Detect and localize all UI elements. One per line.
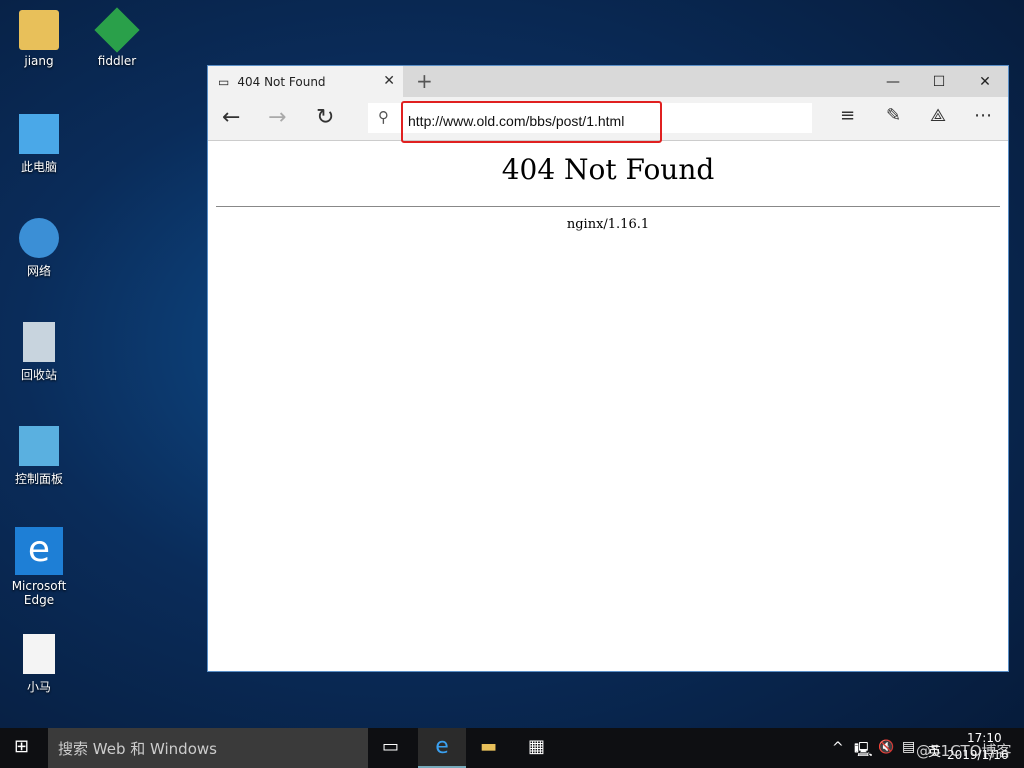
- share-button[interactable]: ⟁: [930, 105, 946, 126]
- icon-label: fiddler: [97, 54, 137, 68]
- minimize-button[interactable]: —: [870, 66, 916, 97]
- show-hidden-icons[interactable]: ^: [832, 740, 844, 756]
- desktop-icon-edge[interactable]: e Microsoft Edge: [0, 527, 78, 607]
- desktop-icon-recycle-bin[interactable]: 回收站: [0, 322, 78, 383]
- fiddler-icon: [94, 7, 140, 53]
- page-content: 404 Not Found nginx/1.16.1: [208, 153, 1008, 232]
- server-version: nginx/1.16.1: [566, 217, 650, 232]
- close-window-button[interactable]: ✕: [962, 66, 1008, 97]
- hub-button[interactable]: ≡: [840, 105, 855, 126]
- edge-icon: e: [15, 527, 63, 575]
- forward-button[interactable]: →: [268, 105, 286, 130]
- tab-404[interactable]: ▭ 404 Not Found ✕: [208, 66, 403, 97]
- notifications-icon[interactable]: ▤: [902, 739, 915, 755]
- watermark: @51CTO博客: [916, 742, 1012, 760]
- search-icon: ⚲: [378, 108, 389, 126]
- file-icon: [23, 634, 55, 674]
- web-note-button[interactable]: ✎: [886, 105, 901, 126]
- refresh-button[interactable]: ↻: [316, 105, 334, 130]
- file-explorer-button[interactable]: ▬: [480, 736, 497, 757]
- icon-label: 小马: [26, 680, 51, 694]
- icon-label: Microsoft Edge: [11, 579, 67, 607]
- desktop-icon-xiaoma[interactable]: 小马: [0, 634, 78, 695]
- search-box[interactable]: 搜索 Web 和 Windows: [48, 728, 368, 768]
- divider: [216, 206, 1000, 207]
- back-button[interactable]: ←: [222, 105, 240, 130]
- more-button[interactable]: ⋯: [974, 105, 992, 126]
- tab-title: 404 Not Found: [237, 74, 326, 89]
- volume-muted-icon[interactable]: 🔇: [878, 740, 894, 755]
- error-heading: 404 Not Found: [501, 153, 715, 186]
- url-field[interactable]: http://www.old.com/bbs/post/1.html: [401, 101, 662, 143]
- icon-label: jiang: [24, 54, 54, 68]
- store-button[interactable]: ▦: [528, 736, 545, 757]
- new-tab-button[interactable]: +: [416, 69, 433, 93]
- network-icon: [19, 218, 59, 258]
- icon-label: 网络: [26, 264, 51, 278]
- start-button[interactable]: ⊞: [14, 736, 29, 757]
- control-panel-icon: [19, 426, 59, 466]
- recycle-bin-icon: [23, 322, 55, 362]
- desktop-icon-fiddler[interactable]: fiddler: [78, 7, 156, 68]
- maximize-button[interactable]: ☐: [916, 66, 962, 97]
- taskbar: ⊞ 搜索 Web 和 Windows ▭ e ▬ ▦ ^ 🖳 🔇 ▤ 英 17:…: [0, 728, 1024, 768]
- computer-icon: [19, 114, 59, 154]
- page-icon: ▭: [218, 74, 230, 89]
- edge-taskbar-button[interactable]: e: [418, 728, 466, 768]
- desktop-icon-network[interactable]: 网络: [0, 218, 78, 279]
- task-view-button[interactable]: ▭: [382, 736, 399, 757]
- edge-window: ▭ 404 Not Found ✕ + — ☐ ✕ ← → ↻ ⚲ ≡ ✎ ⟁ ⋯ …: [207, 65, 1009, 672]
- tab-bar: ▭ 404 Not Found ✕ + — ☐ ✕: [208, 66, 1008, 97]
- desktop-icon-this-pc[interactable]: 此电脑: [0, 114, 78, 175]
- desktop-icon-jiang[interactable]: jiang: [0, 10, 78, 68]
- icon-label: 回收站: [20, 368, 57, 382]
- network-tray-icon[interactable]: 🖳: [854, 739, 873, 763]
- icon-label: 此电脑: [20, 160, 57, 174]
- icon-label: 控制面板: [14, 472, 63, 486]
- user-folder-icon: [19, 10, 59, 50]
- close-tab-icon[interactable]: ✕: [383, 73, 395, 89]
- desktop-icon-control-panel[interactable]: 控制面板: [0, 426, 78, 487]
